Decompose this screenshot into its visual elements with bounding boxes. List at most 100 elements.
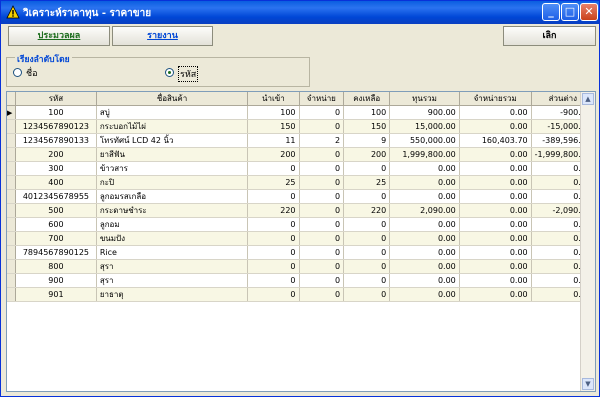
cell-remaining[interactable]: 0 [343,189,391,204]
cell-total-sales[interactable]: 0.00 [459,119,532,134]
cell-code[interactable]: 900 [15,273,97,288]
row-selector[interactable] [7,245,17,260]
row-selector[interactable] [7,147,17,162]
row-selector[interactable] [7,189,17,204]
cell-sold[interactable]: 0 [299,147,345,162]
cell-total-cost[interactable]: 0.00 [389,161,460,176]
sort-by-name-label[interactable]: ชื่อ [26,66,38,80]
cell-sold[interactable]: 0 [299,259,345,274]
maximize-button[interactable]: □ [561,3,579,21]
product-grid[interactable]: รหัส ชื่อสินค้า นำเข้า จำหน่าย คงเหลือ ท… [6,91,596,392]
table-row[interactable]: 1234567890133 โทรทัศน์ LCD 42 นิ้ว 11 2 9 550… [7,133,595,148]
cell-code[interactable]: 1234567890133 [15,133,97,148]
cell-code[interactable]: 901 [15,287,97,302]
cell-remaining[interactable]: 0 [343,273,391,288]
row-selector[interactable] [7,287,17,302]
table-row[interactable]: 300ข้าวสาร0000.000.000.00 [7,161,595,176]
cell-imported[interactable]: 0 [247,245,300,260]
cell-name[interactable]: โทรทัศน์ LCD 42 นิ้ว [96,133,249,148]
cell-total-cost[interactable]: 15,000.00 [389,119,460,134]
table-row[interactable]: 901ยาธาตุ0000.000.000.00 [7,287,595,302]
cell-total-cost[interactable]: 0.00 [389,245,460,260]
table-row[interactable]: 900สุรา0000.000.000.00 [7,273,595,288]
row-selector[interactable] [7,119,17,134]
table-row[interactable]: 500 กระดาษชำระ 220 0 220 2,090.00 0.00 -2,090.0… [7,203,595,218]
cell-name[interactable]: กะปิ [96,175,249,190]
cell-imported[interactable]: 0 [247,259,300,274]
cell-total-sales[interactable]: 0.00 [459,217,532,232]
table-row[interactable]: 200 ยาสีฟัน 200 0 200 1,999,800.00 0.00 -1,999,… [7,147,595,162]
cell-name[interactable]: สบู่ [96,105,249,120]
cell-total-cost[interactable]: 0.00 [389,231,460,246]
cell-total-cost[interactable]: 0.00 [389,189,460,204]
cell-sold[interactable]: 0 [299,189,345,204]
cell-total-cost[interactable]: 900.00 [389,105,460,120]
cell-code[interactable]: 4012345678955 [15,189,97,204]
cell-sold[interactable]: 0 [299,217,345,232]
cell-imported[interactable]: 0 [247,231,300,246]
sort-by-code-label[interactable]: รหัส [178,66,199,82]
process-button[interactable]: ประมวลผล [8,26,110,46]
column-header-remaining[interactable]: คงเหลือ [343,92,391,106]
row-selector[interactable] [7,203,17,218]
cell-remaining[interactable]: 200 [343,147,391,162]
cell-total-cost[interactable]: 0.00 [389,273,460,288]
cell-total-cost[interactable]: 2,090.00 [389,203,460,218]
table-row[interactable]: 800สุรา0000.000.000.00 [7,259,595,274]
cell-total-sales[interactable]: 0.00 [459,273,532,288]
cell-name[interactable]: Rice [96,245,249,260]
minimize-button[interactable]: _ [542,3,560,21]
cell-imported[interactable]: 200 [247,147,300,162]
cell-code[interactable]: 800 [15,259,97,274]
table-row[interactable]: 1234567890123 กระบอกไม้ไผ่ 150 0 150 15,000.0… [7,119,595,134]
cell-total-sales[interactable]: 0.00 [459,231,532,246]
row-selector[interactable] [7,161,17,176]
cell-remaining[interactable]: 25 [343,175,391,190]
sort-by-code-radio[interactable] [165,68,174,77]
cell-name[interactable]: ข้าวสาร [96,161,249,176]
cell-total-sales[interactable]: 0.00 [459,175,532,190]
cell-total-sales[interactable]: 0.00 [459,245,532,260]
row-selector[interactable] [7,217,17,232]
cell-total-cost[interactable]: 0.00 [389,259,460,274]
column-header-total-sales[interactable]: จำหน่ายรวม [459,92,532,106]
cell-code[interactable]: 400 [15,175,97,190]
cell-name[interactable]: ลูกอมรสเกลือ [96,189,249,204]
column-header-code[interactable]: รหัส [15,92,97,106]
cell-imported[interactable]: 25 [247,175,300,190]
cell-name[interactable]: ยาธาตุ [96,287,249,302]
cell-total-cost[interactable]: 1,999,800.00 [389,147,460,162]
cell-total-sales[interactable]: 0.00 [459,147,532,162]
column-header-sold[interactable]: จำหน่าย [299,92,345,106]
cell-code[interactable]: 200 [15,147,97,162]
cell-remaining[interactable]: 150 [343,119,391,134]
column-header-total-cost[interactable]: ทุนรวม [389,92,460,106]
cell-total-sales[interactable]: 0.00 [459,189,532,204]
table-row[interactable]: 400กะปิ250250.000.000.00 [7,175,595,190]
cell-name[interactable]: ยาสีฟัน [96,147,249,162]
cell-remaining[interactable]: 220 [343,203,391,218]
table-row[interactable]: ▶ 100 สบู่ 100 0 100 900.00 0.00 -900.00 [7,105,595,120]
cell-sold[interactable]: 0 [299,273,345,288]
cell-code[interactable]: 7894567890125 [15,245,97,260]
cell-total-sales[interactable]: 0.00 [459,203,532,218]
cell-name[interactable]: กระดาษชำระ [96,203,249,218]
cell-code[interactable]: 600 [15,217,97,232]
cell-sold[interactable]: 0 [299,175,345,190]
cell-sold[interactable]: 0 [299,161,345,176]
cell-name[interactable]: ขนมปัง [96,231,249,246]
cell-imported[interactable]: 0 [247,161,300,176]
cell-remaining[interactable]: 100 [343,105,391,120]
close-button[interactable]: ✕ [580,3,598,21]
scroll-down-arrow-icon[interactable]: ▼ [582,378,594,390]
cell-imported[interactable]: 0 [247,273,300,288]
cell-sold[interactable]: 0 [299,105,345,120]
report-button[interactable]: รายงาน [112,26,213,46]
cell-total-sales[interactable]: 0.00 [459,105,532,120]
table-row[interactable]: 600ลูกอม0000.000.000.00 [7,217,595,232]
cell-imported[interactable]: 150 [247,119,300,134]
cell-code[interactable]: 1234567890123 [15,119,97,134]
cell-code[interactable]: 100 [15,105,97,120]
cell-total-sales[interactable]: 160,403.70 [459,133,532,148]
cell-imported[interactable]: 100 [247,105,300,120]
